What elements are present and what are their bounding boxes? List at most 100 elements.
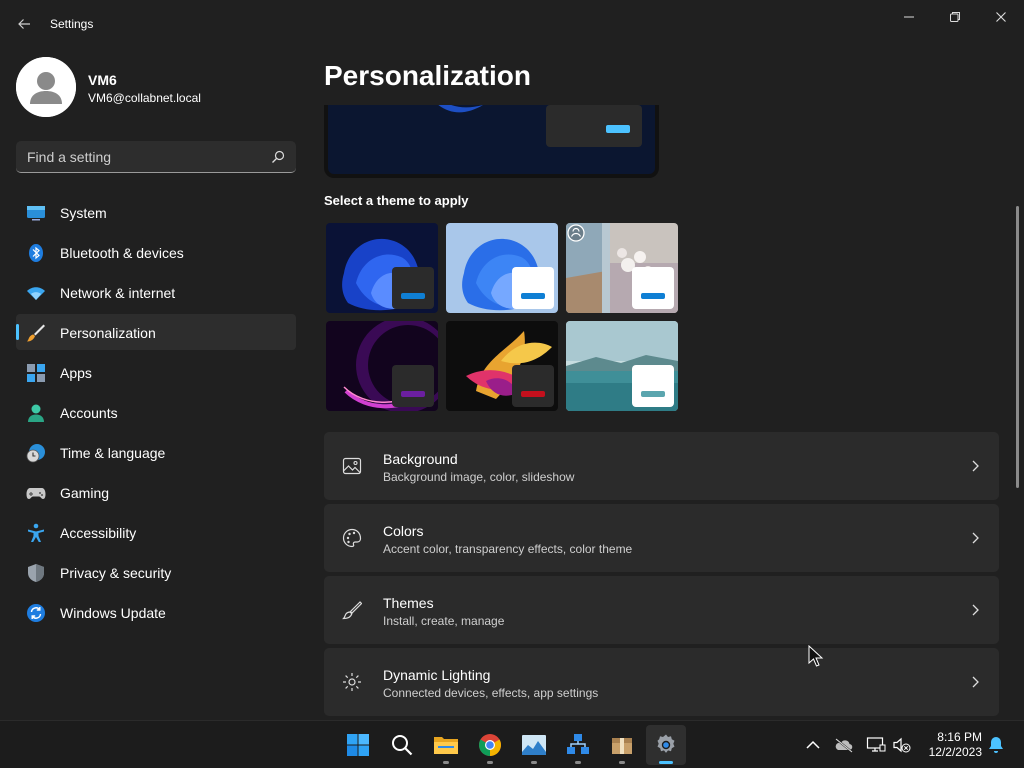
tile-window-preview	[392, 365, 434, 407]
search-input[interactable]	[16, 141, 256, 172]
sidebar-item-label: Bluetooth & devices	[60, 245, 184, 261]
sidebar-item-network[interactable]: Network & internet	[16, 274, 296, 310]
sidebar-item-label: Network & internet	[60, 285, 176, 301]
avatar	[16, 57, 76, 117]
card-title: Dynamic Lighting	[383, 667, 491, 683]
minimize-button[interactable]	[886, 4, 932, 30]
preview-accent-swatch	[606, 125, 630, 133]
sidebar-item-time-language[interactable]: Time & language	[16, 434, 296, 470]
theme-tile-spotlight[interactable]	[566, 223, 678, 313]
back-arrow-icon	[18, 19, 30, 29]
sidebar-item-windows-update[interactable]: Windows Update	[16, 594, 296, 630]
theme-tile-flow[interactable]	[566, 321, 678, 411]
volume-muted-icon[interactable]	[892, 735, 912, 755]
notification-bell-icon[interactable]	[986, 735, 1006, 755]
running-indicator	[443, 761, 449, 764]
taskbar-network-app[interactable]	[558, 725, 598, 765]
close-button[interactable]	[978, 4, 1024, 30]
taskbar-file-explorer[interactable]	[426, 725, 466, 765]
card-title: Themes	[383, 595, 434, 611]
content-scroll-area: Select a theme to apply Background Backg…	[324, 105, 1014, 718]
sidebar-nav: System Bluetooth & devices Network & int…	[16, 194, 296, 634]
theme-preview	[324, 105, 659, 178]
settings-cards: Background Background image, color, slid…	[324, 432, 999, 718]
card-title: Colors	[383, 523, 424, 539]
chevron-up-icon[interactable]	[803, 735, 823, 755]
theme-grid	[326, 223, 686, 413]
theme-tile-glow[interactable]	[326, 321, 438, 411]
running-indicator	[487, 761, 493, 764]
card-subtitle: Accent color, transparency effects, colo…	[383, 542, 633, 556]
lighting-icon	[343, 673, 361, 691]
tile-accent-swatch	[521, 293, 545, 299]
onedrive-icon[interactable]	[834, 735, 854, 755]
settings-icon	[657, 734, 675, 753]
card-themes[interactable]: Themes Install, create, manage	[324, 576, 999, 644]
search-icon[interactable]	[270, 149, 286, 165]
theme-tile-windows-dark[interactable]	[326, 223, 438, 313]
chevron-right-icon	[972, 604, 979, 616]
clock-date: 12/2/2023	[928, 745, 982, 759]
card-dynamic-lighting[interactable]: Dynamic Lighting Connected devices, effe…	[324, 648, 999, 716]
theme-section-heading: Select a theme to apply	[324, 193, 469, 208]
sidebar-item-label: Accounts	[60, 405, 118, 421]
clock-globe-icon	[26, 444, 45, 463]
running-indicator	[575, 761, 581, 764]
page-title: Personalization	[324, 60, 531, 91]
start-icon	[347, 734, 369, 756]
card-colors[interactable]: Colors Accent color, transparency effect…	[324, 504, 999, 572]
preview-window	[546, 105, 642, 147]
chevron-right-icon	[972, 460, 979, 472]
sidebar-item-gaming[interactable]: Gaming	[16, 474, 296, 510]
taskbar-settings-app[interactable]	[646, 725, 686, 765]
chevron-right-icon	[972, 676, 979, 688]
search-icon	[392, 735, 413, 756]
gamepad-icon	[26, 488, 46, 499]
card-subtitle: Background image, color, slideshow	[383, 470, 575, 484]
sidebar-item-bluetooth[interactable]: Bluetooth & devices	[16, 234, 296, 270]
running-indicator	[659, 761, 673, 764]
taskbar-search-button[interactable]	[382, 725, 422, 765]
app-title: Settings	[50, 17, 94, 31]
restore-button[interactable]	[932, 4, 978, 30]
sidebar-item-system[interactable]: System	[16, 194, 296, 230]
theme-tile-windows-light[interactable]	[446, 223, 558, 313]
tile-accent-swatch	[401, 391, 425, 397]
taskbar-start-button[interactable]	[338, 725, 378, 765]
sidebar-item-apps[interactable]: Apps	[16, 354, 296, 390]
tile-window-preview	[392, 267, 434, 309]
card-title: Background	[383, 451, 458, 467]
tile-window-preview	[512, 365, 554, 407]
file-explorer-icon	[434, 737, 458, 754]
content-scrollbar[interactable]	[1016, 206, 1019, 488]
taskbar-chrome[interactable]	[470, 725, 510, 765]
sidebar-item-label: Privacy & security	[60, 565, 172, 581]
taskbar-package-app[interactable]	[602, 725, 642, 765]
palette-icon	[342, 528, 362, 548]
sidebar-item-personalization[interactable]: Personalization	[16, 314, 296, 350]
minimize-icon	[904, 16, 914, 18]
tile-window-preview	[632, 267, 674, 309]
title-bar: Settings	[0, 0, 1024, 48]
account-icon	[28, 404, 44, 422]
sidebar-item-label: System	[60, 205, 107, 221]
back-button[interactable]	[10, 10, 38, 38]
card-background[interactable]: Background Background image, color, slid…	[324, 432, 999, 500]
chrome-icon	[479, 734, 501, 756]
wifi-icon	[27, 287, 45, 300]
sidebar-item-accounts[interactable]: Accounts	[16, 394, 296, 430]
card-subtitle: Connected devices, effects, app settings	[383, 686, 599, 700]
mouse-cursor-icon	[808, 645, 824, 667]
accessibility-icon	[28, 523, 44, 542]
image-icon	[342, 457, 362, 475]
taskbar-photos-app[interactable]	[514, 725, 554, 765]
theme-tile-captured-motion[interactable]	[446, 321, 558, 411]
update-icon	[27, 604, 45, 622]
system-monitor-icon	[27, 206, 45, 221]
sidebar-item-privacy-security[interactable]: Privacy & security	[16, 554, 296, 590]
taskbar-clock[interactable]: 8:16 PM 12/2/2023	[918, 730, 982, 760]
tile-accent-swatch	[401, 293, 425, 299]
sidebar-item-label: Windows Update	[60, 605, 166, 621]
sidebar-item-accessibility[interactable]: Accessibility	[16, 514, 296, 550]
network-icon[interactable]	[866, 735, 886, 755]
